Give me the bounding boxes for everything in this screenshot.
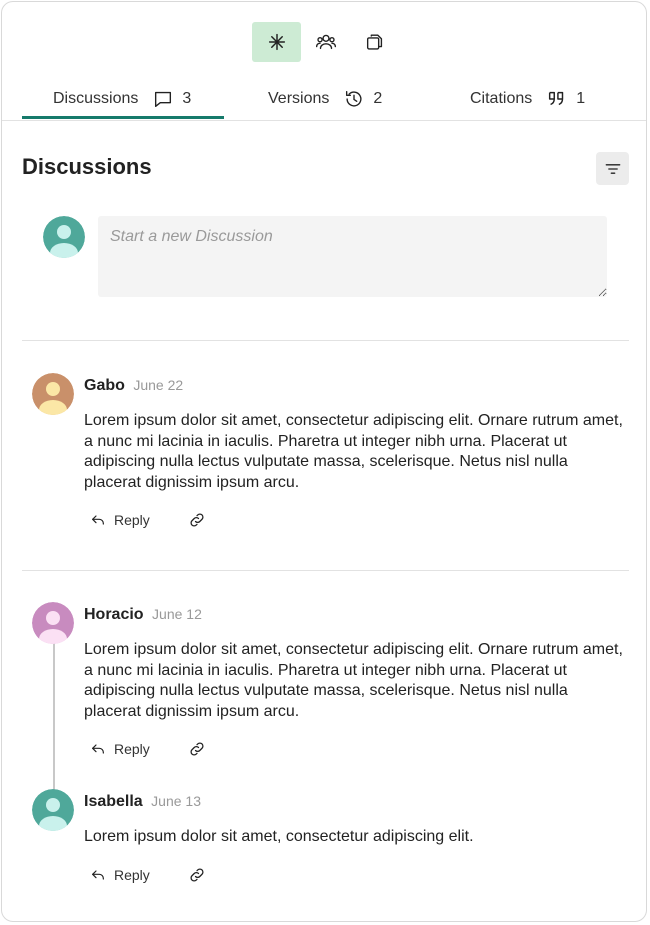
comment-date: June 13 [151, 793, 201, 809]
avatar [32, 373, 74, 415]
tab-label: Citations [470, 90, 533, 107]
reply-button[interactable]: Reply [90, 867, 150, 883]
filter-icon [605, 163, 620, 174]
discussions-mode-button[interactable] [252, 22, 301, 62]
avatar-icon [32, 602, 74, 644]
tab-discussions[interactable]: Discussions 3 [53, 78, 191, 120]
comment-actions: Reply [90, 740, 206, 758]
reply-button[interactable]: Reply [90, 741, 150, 757]
filter-button[interactable] [596, 152, 629, 185]
comment-actions: Reply [90, 866, 206, 884]
page-title: Discussions [22, 154, 152, 179]
copy-link-button[interactable] [188, 740, 206, 758]
divider [22, 340, 629, 341]
users-icon [315, 34, 336, 50]
copy-icon [366, 34, 382, 50]
tab-count: 3 [182, 90, 192, 107]
avatar [32, 789, 74, 831]
active-tab-indicator [22, 116, 224, 119]
reply-icon [92, 744, 104, 754]
comment-actions: Reply [90, 511, 206, 529]
tab-label: Discussions [53, 90, 139, 107]
tab-versions[interactable]: Versions 2 [268, 78, 382, 120]
quote-icon [549, 91, 564, 106]
comment-author: Gabo [84, 377, 125, 394]
comment-author: Horacio [84, 606, 144, 623]
reply-label: Reply [114, 741, 150, 757]
comment-icon [155, 91, 172, 108]
new-discussion-input[interactable] [98, 216, 607, 297]
panel-toolbar [252, 22, 399, 62]
comment-meta: Horacio June 12 [84, 606, 202, 624]
tab-count: 2 [373, 90, 383, 107]
comment-meta: Isabella June 13 [84, 793, 201, 811]
link-icon [190, 513, 204, 527]
comment-body: Lorem ipsum dolor sit amet, consectetur … [84, 412, 623, 491]
reply-icon [92, 515, 104, 525]
comment-body: Lorem ipsum dolor sit amet, consectetur … [84, 641, 623, 720]
comment-meta: Gabo June 22 [84, 377, 183, 395]
reply-icon [92, 870, 104, 880]
link-icon [190, 742, 204, 756]
copy-link-button[interactable] [188, 866, 206, 884]
copy-button[interactable] [350, 22, 399, 62]
tab-count: 1 [576, 90, 586, 107]
reply-label: Reply [114, 867, 150, 883]
avatar [32, 602, 74, 644]
asterisk-icon [268, 33, 285, 51]
history-icon [346, 90, 362, 107]
avatar-icon [32, 789, 74, 831]
tab-bar: Discussions 3 Versions 2 Citations 1 [2, 78, 646, 121]
tab-label: Versions [268, 90, 330, 107]
link-icon [190, 868, 204, 882]
reply-label: Reply [114, 512, 150, 528]
comment-date: June 22 [133, 377, 184, 393]
thread-connector [53, 642, 55, 792]
tab-citations[interactable]: Citations 1 [470, 78, 585, 120]
reply-button[interactable]: Reply [90, 512, 150, 528]
current-user-avatar [43, 216, 85, 258]
comment-body: Lorem ipsum dolor sit amet, consectetur … [84, 828, 474, 845]
divider [22, 570, 629, 571]
discussion-panel: Discussions 3 Versions 2 Citations 1 Dis… [1, 1, 647, 922]
comment-author: Isabella [84, 793, 143, 810]
avatar-icon [32, 373, 74, 415]
users-button[interactable] [301, 22, 350, 62]
comment-date: June 12 [152, 606, 202, 622]
copy-link-button[interactable] [188, 511, 206, 529]
avatar-icon [43, 216, 85, 258]
